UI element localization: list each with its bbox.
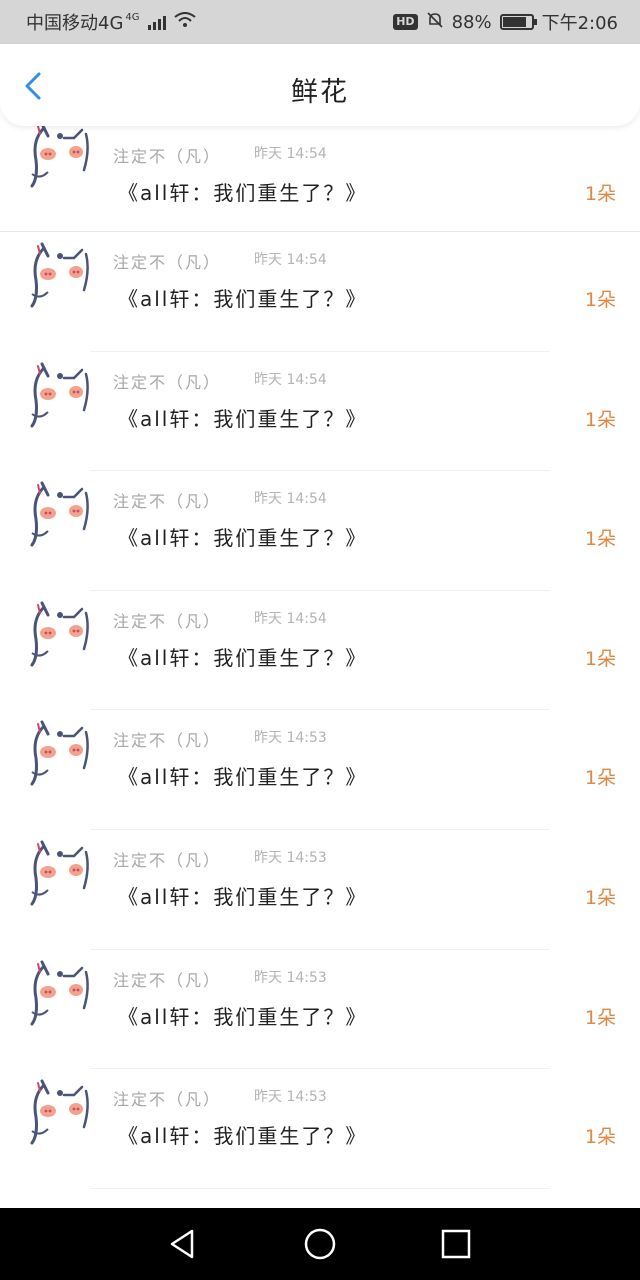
nav-recents-button[interactable] [436, 1224, 476, 1264]
avatar-image [30, 840, 89, 906]
list-item[interactable]: 注定不（凡） 昨天 14:54 《all轩：我们重生了？》 1朵 [0, 352, 640, 472]
flower-count: 1朵 [584, 767, 616, 790]
sender-name: 注定不（凡） [113, 492, 222, 512]
page-title: 鲜花 [291, 77, 349, 108]
list-item[interactable]: 注定不（凡） 昨天 14:54 《all轩：我们重生了？》 1朵 [0, 471, 640, 591]
timestamp: 昨天 14:53 [254, 849, 327, 866]
avatar-image [30, 362, 89, 428]
hd-badge: HD [393, 14, 418, 30]
timestamp: 昨天 14:54 [254, 252, 327, 268]
nav-home-button[interactable] [300, 1224, 340, 1264]
avatar-image [30, 601, 89, 667]
book-title[interactable]: 《all轩：我们重生了？》 [118, 283, 367, 312]
header: 鲜花 [0, 44, 640, 126]
sender-name: 注定不（凡） [113, 372, 222, 392]
timestamp: 昨天 14:54 [254, 146, 327, 162]
status-bar: 中国移动4G 4G HD 88% 下午2:06 [0, 0, 640, 44]
timestamp: 昨天 14:54 [254, 610, 327, 627]
flower-list: 注定不（凡） 昨天 14:54 《all轩：我们重生了？》 1朵 注定不（凡） … [0, 126, 640, 1208]
book-title[interactable]: 《all轩：我们重生了？》 [118, 1001, 367, 1030]
book-title[interactable]: 《all轩：我们重生了？》 [118, 403, 367, 432]
carrier-label: 中国移动4G [26, 13, 124, 34]
avatar-image [30, 960, 89, 1026]
timestamp: 昨天 14:53 [254, 969, 327, 986]
battery-icon [499, 14, 537, 30]
list-item[interactable]: 注定不（凡） 昨天 14:53 《all轩：我们重生了？》 1朵 [0, 710, 640, 830]
book-title[interactable]: 《all轩：我们重生了？》 [118, 761, 367, 790]
status-left: 中国移动4G 4G [26, 9, 196, 35]
bell-off-icon [426, 11, 444, 34]
sender-name: 注定不（凡） [113, 611, 222, 631]
flower-count: 1朵 [584, 528, 616, 551]
flower-count: 1朵 [584, 408, 616, 431]
flower-count: 1朵 [584, 289, 616, 311]
app-root: 中国移动4G 4G HD 88% 下午2:06 鲜花 注定不（凡） 昨天 14:… [0, 0, 640, 1280]
sender-name: 注定不（凡） [113, 253, 222, 272]
book-title[interactable]: 《all轩：我们重生了？》 [118, 522, 367, 551]
avatar[interactable] [18, 1077, 94, 1149]
avatar-image [30, 242, 89, 308]
timestamp: 昨天 14:54 [254, 491, 327, 508]
sender-name: 注定不（凡） [113, 147, 222, 166]
flower-count: 1朵 [584, 647, 616, 670]
network-badge: 4G [125, 11, 140, 23]
avatar-image [30, 720, 89, 786]
book-title[interactable]: 《all轩：我们重生了？》 [118, 177, 367, 206]
nav-back-button[interactable] [164, 1224, 204, 1264]
avatar[interactable] [18, 958, 94, 1030]
status-right: HD 88% 下午2:06 [393, 9, 618, 35]
list-item[interactable]: 注定不（凡） 昨天 14:53 《all轩：我们重生了？》 1朵 [0, 950, 640, 1070]
sender-name: 注定不（凡） [113, 731, 222, 751]
flower-count: 1朵 [584, 1126, 616, 1149]
avatar[interactable] [18, 479, 94, 551]
sender-name: 注定不（凡） [113, 1090, 222, 1110]
book-title[interactable]: 《all轩：我们重生了？》 [118, 881, 367, 910]
list-item[interactable]: 注定不（凡） 昨天 14:54 《all轩：我们重生了？》 1朵 [0, 232, 640, 352]
wifi-icon [173, 11, 196, 33]
avatar[interactable] [18, 240, 94, 312]
signal-icon [147, 14, 166, 30]
timestamp: 昨天 14:53 [254, 730, 327, 747]
book-title[interactable]: 《all轩：我们重生了？》 [118, 642, 367, 671]
list-item[interactable]: 注定不（凡） 昨天 14:54 《all轩：我们重生了？》 1朵 [0, 591, 640, 711]
avatar-image [30, 126, 89, 188]
list-item[interactable]: 注定不（凡） 昨天 14:53 《all轩：我们重生了？》 1朵 [0, 1069, 640, 1189]
timestamp: 昨天 14:53 [254, 1089, 327, 1106]
clock: 下午2:06 [541, 13, 618, 34]
list-item[interactable]: 注定不（凡） 昨天 14:53 《all轩：我们重生了？》 1朵 [0, 830, 640, 950]
avatar[interactable] [18, 126, 94, 192]
avatar-image [30, 481, 89, 547]
square-recents-icon [441, 1229, 471, 1259]
avatar[interactable] [18, 838, 94, 910]
circle-home-icon [304, 1228, 336, 1260]
sender-name: 注定不（凡） [113, 970, 222, 990]
avatar[interactable] [18, 599, 94, 671]
avatar-image [30, 1079, 89, 1145]
flower-count: 1朵 [584, 1006, 616, 1029]
flower-count: 1朵 [584, 183, 616, 205]
flower-count: 1朵 [584, 886, 616, 909]
avatar[interactable] [18, 718, 94, 790]
list-item[interactable]: 注定不（凡） 昨天 14:54 《all轩：我们重生了？》 1朵 [0, 126, 640, 232]
battery-percent: 88% [451, 11, 492, 33]
triangle-back-icon [170, 1229, 194, 1259]
system-nav-bar [0, 1208, 640, 1280]
book-title[interactable]: 《all轩：我们重生了？》 [118, 1120, 367, 1149]
avatar[interactable] [18, 360, 94, 432]
sender-name: 注定不（凡） [113, 850, 222, 870]
timestamp: 昨天 14:54 [254, 371, 327, 388]
